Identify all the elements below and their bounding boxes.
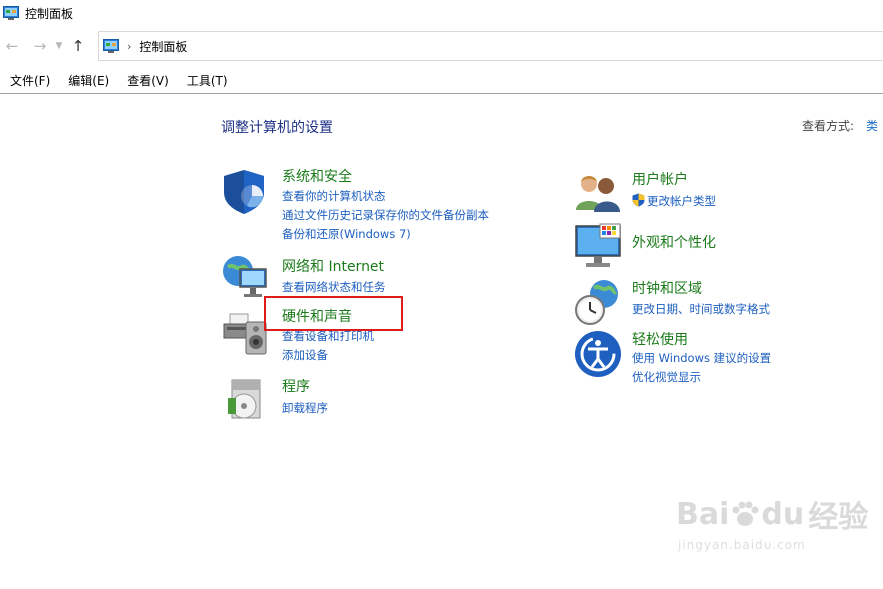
- recent-locations-chevron-icon[interactable]: ▼: [52, 34, 66, 58]
- user-accounts-icon[interactable]: [574, 168, 622, 216]
- paw-icon: [732, 501, 759, 526]
- link-change-account-type-label: 更改帐户类型: [647, 194, 716, 208]
- appearance-display-icon[interactable]: [574, 222, 622, 270]
- category-programs[interactable]: 程序: [282, 376, 310, 396]
- breadcrumb-separator-icon[interactable]: ›: [127, 40, 131, 53]
- network-globe-icon[interactable]: [222, 253, 270, 301]
- menu-tools[interactable]: 工具(T): [187, 72, 228, 89]
- title-bar: 控制面板: [0, 0, 883, 26]
- watermark-text: 经验: [808, 500, 869, 535]
- uac-shield-icon: [632, 193, 645, 207]
- link-change-date-time-format[interactable]: 更改日期、时间或数字格式: [632, 301, 770, 317]
- highlight-annotation: [264, 296, 403, 331]
- page-title: 调整计算机的设置: [221, 120, 333, 136]
- baidu-jingyan-watermark: Bai du 经验 jingyan.baidu.com: [676, 492, 869, 553]
- view-by-label: 查看方式:: [802, 119, 855, 133]
- watermark-brand2: du: [761, 496, 805, 532]
- control-panel-icon: [103, 39, 119, 53]
- security-shield-icon[interactable]: [222, 168, 270, 216]
- link-file-history-backup[interactable]: 通过文件历史记录保存你的文件备份副本: [282, 207, 489, 223]
- category-system-security[interactable]: 系统和安全: [282, 166, 352, 186]
- link-optimize-visual-display[interactable]: 优化视觉显示: [632, 369, 701, 385]
- menu-file[interactable]: 文件(F): [10, 72, 50, 89]
- clock-globe-icon[interactable]: [574, 278, 622, 326]
- menu-edit[interactable]: 编辑(E): [68, 72, 109, 89]
- ease-of-access-icon[interactable]: [574, 330, 622, 378]
- link-network-status[interactable]: 查看网络状态和任务: [282, 279, 386, 295]
- link-recommended-settings[interactable]: 使用 Windows 建议的设置: [632, 350, 771, 366]
- programs-disc-icon[interactable]: [222, 376, 270, 424]
- control-panel-icon: [3, 6, 19, 20]
- link-add-device[interactable]: 添加设备: [282, 347, 328, 363]
- breadcrumb-control-panel[interactable]: 控制面板: [139, 38, 187, 55]
- menu-bar: 文件(F) 编辑(E) 查看(V) 工具(T): [0, 68, 883, 94]
- watermark-brand: Bai: [676, 496, 730, 532]
- link-view-computer-status[interactable]: 查看你的计算机状态: [282, 188, 386, 204]
- view-by-dropdown[interactable]: 类: [866, 119, 878, 133]
- link-change-account-type[interactable]: 更改帐户类型: [632, 193, 716, 209]
- address-bar: ← → ▼ ↑ › 控制面板: [0, 31, 883, 61]
- watermark-url: jingyan.baidu.com: [678, 538, 806, 552]
- category-ease-of-access[interactable]: 轻松使用: [632, 329, 688, 349]
- address-field[interactable]: › 控制面板: [98, 31, 883, 61]
- printer-speaker-icon[interactable]: [222, 308, 270, 356]
- view-by: 查看方式: 类: [802, 117, 878, 134]
- window-title: 控制面板: [25, 6, 74, 21]
- link-uninstall-program[interactable]: 卸载程序: [282, 400, 328, 416]
- forward-arrow-icon[interactable]: →: [28, 34, 52, 58]
- menu-view[interactable]: 查看(V): [127, 72, 169, 89]
- up-arrow-icon[interactable]: ↑: [66, 34, 90, 58]
- category-user-accounts[interactable]: 用户帐户: [632, 169, 688, 189]
- link-backup-restore[interactable]: 备份和还原(Windows 7): [282, 226, 411, 242]
- category-clock-region[interactable]: 时钟和区域: [632, 278, 702, 298]
- category-network-internet[interactable]: 网络和 Internet: [282, 256, 384, 276]
- category-appearance[interactable]: 外观和个性化: [632, 232, 716, 252]
- back-arrow-icon[interactable]: ←: [0, 34, 24, 58]
